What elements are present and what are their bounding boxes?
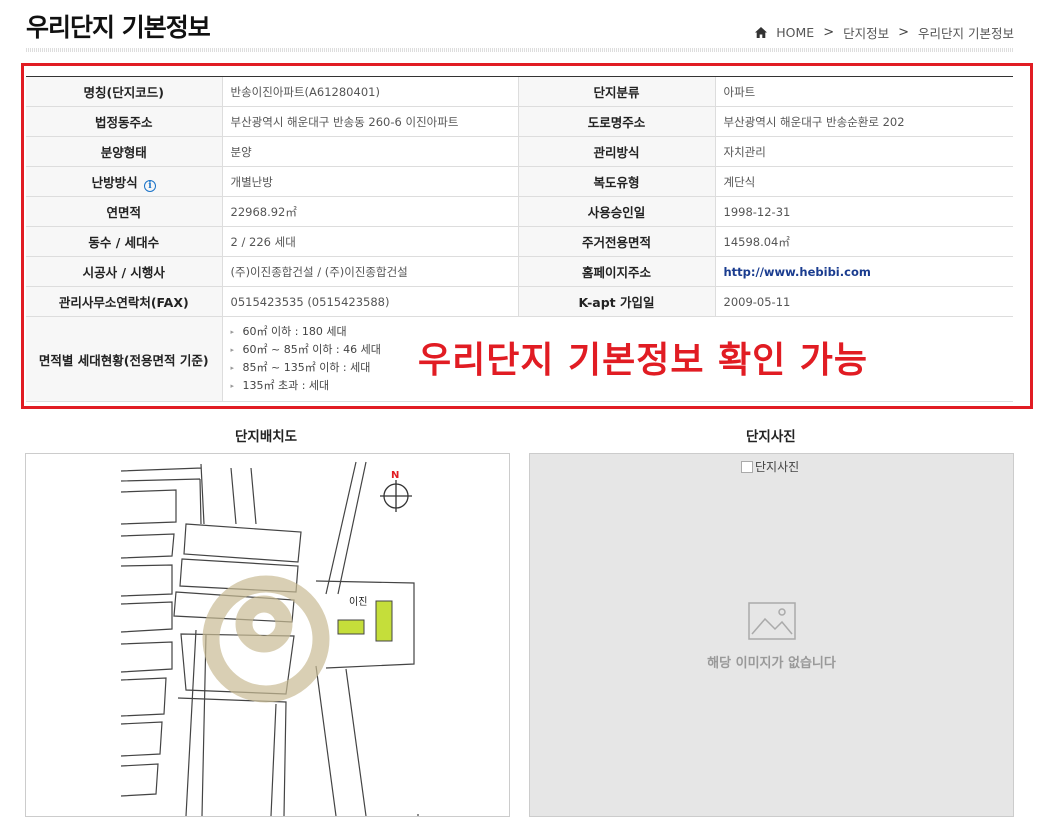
image-alt-text: 단지사진 <box>755 460 800 474</box>
breadcrumb: HOME > 단지정보 > 우리단지 기본정보 <box>755 23 1014 42</box>
photo-panel: 단지사진 해당 이미지가 없습니다 <box>529 453 1014 817</box>
annotation-text: 우리단지 기본정보 확인 가능 <box>418 340 869 381</box>
layout-map-panel: 이진 N <box>25 453 510 817</box>
compass-icon: N <box>380 470 412 512</box>
building-label: 이진 <box>349 596 367 608</box>
breadcrumb-current: 우리단지 기본정보 <box>918 26 1014 41</box>
chevron-right-icon: > <box>898 25 910 40</box>
breadcrumb-home[interactable]: HOME <box>776 25 814 40</box>
north-label: N <box>391 470 399 481</box>
no-image-message: 해당 이미지가 없습니다 <box>707 656 836 671</box>
breadcrumb-complex-info[interactable]: 단지정보 <box>843 23 889 42</box>
layout-map-title: 단지배치도 <box>235 429 298 445</box>
image-placeholder-icon <box>748 602 796 640</box>
chevron-right-icon: > <box>823 25 835 40</box>
broken-image: 단지사진 <box>741 458 799 475</box>
site-plan-map: 이진 N <box>120 461 419 816</box>
page-title: 우리단지 기본정보 <box>26 13 211 42</box>
photo-title: 단지사진 <box>746 429 796 445</box>
home-icon[interactable] <box>755 27 768 38</box>
title-divider <box>26 48 1014 52</box>
broken-image-icon <box>741 460 753 473</box>
